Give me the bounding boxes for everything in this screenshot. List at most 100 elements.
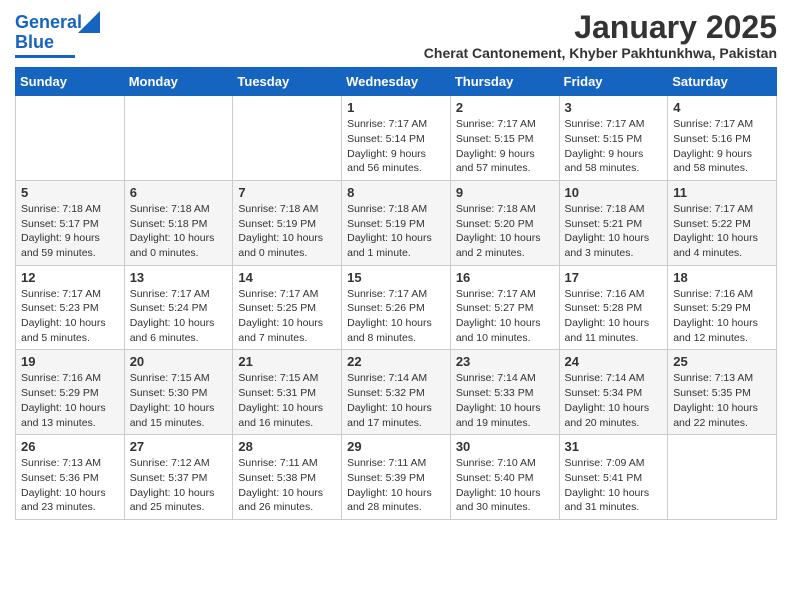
table-cell: 3 Sunrise: 7:17 AM Sunset: 5:15 PM Daylig… (559, 96, 668, 181)
header-friday: Friday (559, 68, 668, 96)
header-sunday: Sunday (16, 68, 125, 96)
day-number: 22 (347, 354, 445, 369)
day-info: Sunrise: 7:14 AM Sunset: 5:34 PM Dayligh… (565, 371, 663, 430)
day-number: 17 (565, 270, 663, 285)
table-cell: 1Sunrise: 7:17 AM Sunset: 5:14 PM Daylig… (342, 96, 451, 181)
table-cell: 30 Sunrise: 7:10 AM Sunset: 5:40 PM Dayli… (450, 435, 559, 520)
day-number: 15 (347, 270, 445, 285)
table-cell: 15 Sunrise: 7:17 AM Sunset: 5:26 PM Dayli… (342, 265, 451, 350)
day-info: Sunrise: 7:14 AM Sunset: 5:33 PM Dayligh… (456, 371, 554, 430)
header-saturday: Saturday (668, 68, 777, 96)
table-cell: 21 Sunrise: 7:15 AM Sunset: 5:31 PM Dayli… (233, 350, 342, 435)
table-cell: 27 Sunrise: 7:12 AM Sunset: 5:37 PM Dayli… (124, 435, 233, 520)
page-header: General Blue January 2025 Cherat Cantone… (15, 10, 777, 61)
day-number: 26 (21, 439, 119, 454)
day-number: 8 (347, 185, 445, 200)
table-cell: 20 Sunrise: 7:15 AM Sunset: 5:30 PM Dayli… (124, 350, 233, 435)
day-number: 5 (21, 185, 119, 200)
day-info: Sunrise: 7:17 AM Sunset: 5:26 PM Dayligh… (347, 287, 445, 346)
day-info: Sunrise: 7:18 AM Sunset: 5:18 PM Dayligh… (130, 202, 228, 261)
logo-icon (78, 11, 100, 33)
day-number: 13 (130, 270, 228, 285)
table-cell: 2 Sunrise: 7:17 AM Sunset: 5:15 PM Daylig… (450, 96, 559, 181)
day-number: 7 (238, 185, 336, 200)
day-info: Sunrise: 7:11 AM Sunset: 5:38 PM Dayligh… (238, 456, 336, 515)
table-cell: 19 Sunrise: 7:16 AM Sunset: 5:29 PM Dayli… (16, 350, 125, 435)
table-cell: 14 Sunrise: 7:17 AM Sunset: 5:25 PM Dayli… (233, 265, 342, 350)
table-cell: 28 Sunrise: 7:11 AM Sunset: 5:38 PM Dayli… (233, 435, 342, 520)
day-number: 31 (565, 439, 663, 454)
table-cell: 18Sunrise: 7:16 AM Sunset: 5:29 PM Dayli… (668, 265, 777, 350)
table-cell: 10Sunrise: 7:18 AM Sunset: 5:21 PM Dayli… (559, 180, 668, 265)
week-row-4: 26 Sunrise: 7:13 AM Sunset: 5:36 PM Dayli… (16, 435, 777, 520)
table-cell: 24Sunrise: 7:14 AM Sunset: 5:34 PM Dayli… (559, 350, 668, 435)
table-cell: 17 Sunrise: 7:16 AM Sunset: 5:28 PM Dayli… (559, 265, 668, 350)
day-number: 29 (347, 439, 445, 454)
calendar-subtitle: Cherat Cantonement, Khyber Pakhtunkhwa, … (424, 45, 777, 61)
day-number: 21 (238, 354, 336, 369)
table-cell: 23 Sunrise: 7:14 AM Sunset: 5:33 PM Dayli… (450, 350, 559, 435)
day-number: 6 (130, 185, 228, 200)
header-wednesday: Wednesday (342, 68, 451, 96)
day-number: 1 (347, 100, 445, 115)
day-info: Sunrise: 7:18 AM Sunset: 5:20 PM Dayligh… (456, 202, 554, 261)
table-cell: 7Sunrise: 7:18 AM Sunset: 5:19 PM Daylig… (233, 180, 342, 265)
day-info: Sunrise: 7:17 AM Sunset: 5:27 PM Dayligh… (456, 287, 554, 346)
table-cell: 26 Sunrise: 7:13 AM Sunset: 5:36 PM Dayli… (16, 435, 125, 520)
day-number: 27 (130, 439, 228, 454)
day-info: Sunrise: 7:18 AM Sunset: 5:19 PM Dayligh… (347, 202, 445, 261)
day-info: Sunrise: 7:15 AM Sunset: 5:31 PM Dayligh… (238, 371, 336, 430)
day-number: 3 (565, 100, 663, 115)
weekday-header-row: Sunday Monday Tuesday Wednesday Thursday… (16, 68, 777, 96)
table-cell: 9 Sunrise: 7:18 AM Sunset: 5:20 PM Daylig… (450, 180, 559, 265)
day-info: Sunrise: 7:13 AM Sunset: 5:35 PM Dayligh… (673, 371, 771, 430)
title-block: January 2025 Cherat Cantonement, Khyber … (424, 10, 777, 61)
day-number: 16 (456, 270, 554, 285)
table-cell: 5 Sunrise: 7:18 AM Sunset: 5:17 PM Daylig… (16, 180, 125, 265)
header-thursday: Thursday (450, 68, 559, 96)
week-row-0: 1Sunrise: 7:17 AM Sunset: 5:14 PM Daylig… (16, 96, 777, 181)
day-info: Sunrise: 7:16 AM Sunset: 5:29 PM Dayligh… (21, 371, 119, 430)
day-info: Sunrise: 7:15 AM Sunset: 5:30 PM Dayligh… (130, 371, 228, 430)
day-number: 2 (456, 100, 554, 115)
table-cell: 31 Sunrise: 7:09 AM Sunset: 5:41 PM Dayli… (559, 435, 668, 520)
day-number: 30 (456, 439, 554, 454)
day-number: 19 (21, 354, 119, 369)
day-info: Sunrise: 7:17 AM Sunset: 5:22 PM Dayligh… (673, 202, 771, 261)
table-cell (233, 96, 342, 181)
day-number: 11 (673, 185, 771, 200)
logo: General Blue (15, 13, 100, 58)
day-number: 10 (565, 185, 663, 200)
table-cell: 12Sunrise: 7:17 AM Sunset: 5:23 PM Dayli… (16, 265, 125, 350)
day-number: 23 (456, 354, 554, 369)
table-cell (668, 435, 777, 520)
day-info: Sunrise: 7:10 AM Sunset: 5:40 PM Dayligh… (456, 456, 554, 515)
logo-line (15, 55, 75, 58)
day-info: Sunrise: 7:11 AM Sunset: 5:39 PM Dayligh… (347, 456, 445, 515)
day-number: 9 (456, 185, 554, 200)
day-number: 14 (238, 270, 336, 285)
table-cell: 16 Sunrise: 7:17 AM Sunset: 5:27 PM Dayli… (450, 265, 559, 350)
day-info: Sunrise: 7:17 AM Sunset: 5:16 PM Dayligh… (673, 117, 771, 176)
day-info: Sunrise: 7:17 AM Sunset: 5:15 PM Dayligh… (565, 117, 663, 176)
day-info: Sunrise: 7:16 AM Sunset: 5:28 PM Dayligh… (565, 287, 663, 346)
day-info: Sunrise: 7:13 AM Sunset: 5:36 PM Dayligh… (21, 456, 119, 515)
day-info: Sunrise: 7:17 AM Sunset: 5:25 PM Dayligh… (238, 287, 336, 346)
day-info: Sunrise: 7:12 AM Sunset: 5:37 PM Dayligh… (130, 456, 228, 515)
table-cell: 6 Sunrise: 7:18 AM Sunset: 5:18 PM Daylig… (124, 180, 233, 265)
week-row-2: 12Sunrise: 7:17 AM Sunset: 5:23 PM Dayli… (16, 265, 777, 350)
day-number: 12 (21, 270, 119, 285)
table-cell: 22 Sunrise: 7:14 AM Sunset: 5:32 PM Dayli… (342, 350, 451, 435)
day-number: 18 (673, 270, 771, 285)
header-tuesday: Tuesday (233, 68, 342, 96)
table-cell (16, 96, 125, 181)
day-number: 20 (130, 354, 228, 369)
table-cell: 8 Sunrise: 7:18 AM Sunset: 5:19 PM Daylig… (342, 180, 451, 265)
day-info: Sunrise: 7:09 AM Sunset: 5:41 PM Dayligh… (565, 456, 663, 515)
day-number: 28 (238, 439, 336, 454)
table-cell: 4Sunrise: 7:17 AM Sunset: 5:16 PM Daylig… (668, 96, 777, 181)
day-info: Sunrise: 7:18 AM Sunset: 5:17 PM Dayligh… (21, 202, 119, 261)
calendar-table: Sunday Monday Tuesday Wednesday Thursday… (15, 67, 777, 520)
day-info: Sunrise: 7:14 AM Sunset: 5:32 PM Dayligh… (347, 371, 445, 430)
day-info: Sunrise: 7:17 AM Sunset: 5:15 PM Dayligh… (456, 117, 554, 176)
